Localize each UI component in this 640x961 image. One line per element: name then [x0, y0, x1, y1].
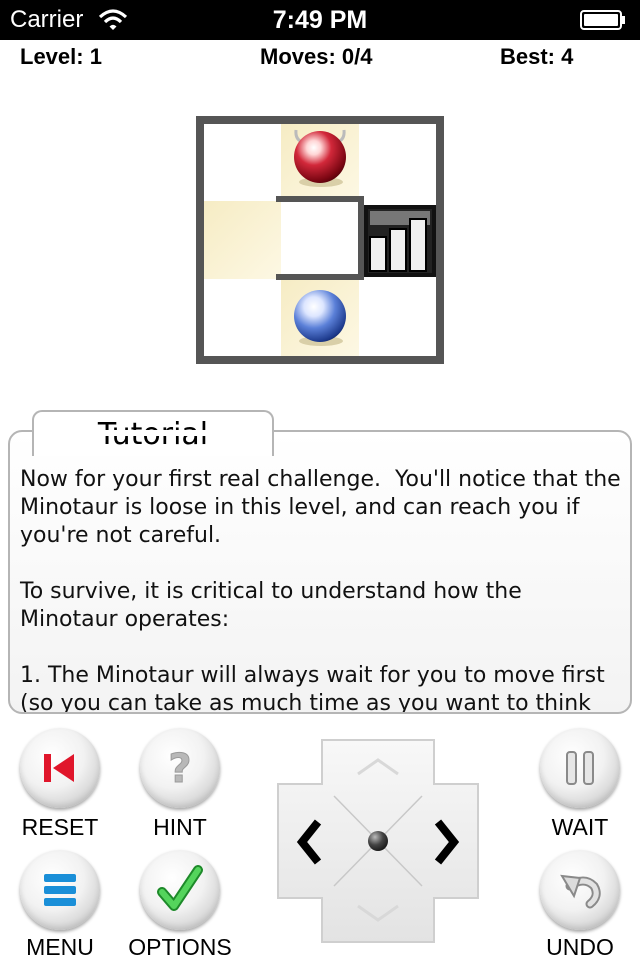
menu-button[interactable]	[20, 850, 100, 930]
wall-bottom	[276, 274, 364, 280]
options-button[interactable]	[140, 850, 220, 930]
hint-label: HINT	[153, 814, 207, 840]
wait-label: WAIT	[551, 814, 609, 840]
wait-button[interactable]	[540, 728, 620, 808]
checkmark-icon	[157, 865, 203, 911]
rewind-icon	[44, 754, 74, 782]
undo-label: UNDO	[546, 934, 614, 960]
pause-icon	[566, 751, 594, 785]
tutorial-panel[interactable]: Now for your first real challenge. You'l…	[8, 430, 632, 714]
question-icon: ?	[168, 746, 192, 793]
clock: 7:49 PM	[272, 6, 368, 34]
best-label: Best: 4	[500, 44, 574, 69]
cell-highlight	[204, 201, 281, 279]
battery-icon	[580, 10, 625, 30]
options-label: OPTIONS	[128, 934, 232, 960]
stats-bar: Level: 1 Moves: 0/4 Best: 4	[0, 42, 640, 72]
undo-icon	[560, 874, 601, 909]
dpad[interactable]	[276, 738, 480, 944]
reset-button[interactable]	[20, 728, 100, 808]
wall-top	[276, 196, 364, 202]
svg-text:?: ?	[168, 746, 191, 792]
game-board[interactable]	[196, 116, 444, 364]
moves-label: Moves: 0/4	[260, 44, 373, 69]
exit-icon	[364, 205, 436, 277]
menu-icon	[44, 874, 76, 906]
tab-joint	[34, 430, 272, 436]
status-bar: Carrier 7:49 PM	[0, 0, 640, 40]
tutorial-text: Now for your first real challenge. You'l…	[20, 467, 621, 714]
dpad-center-knob	[368, 831, 388, 851]
undo-button[interactable]	[540, 850, 620, 930]
wall-right	[358, 196, 364, 280]
level-label: Level: 1	[20, 44, 102, 69]
hint-button[interactable]: ?	[140, 728, 220, 808]
